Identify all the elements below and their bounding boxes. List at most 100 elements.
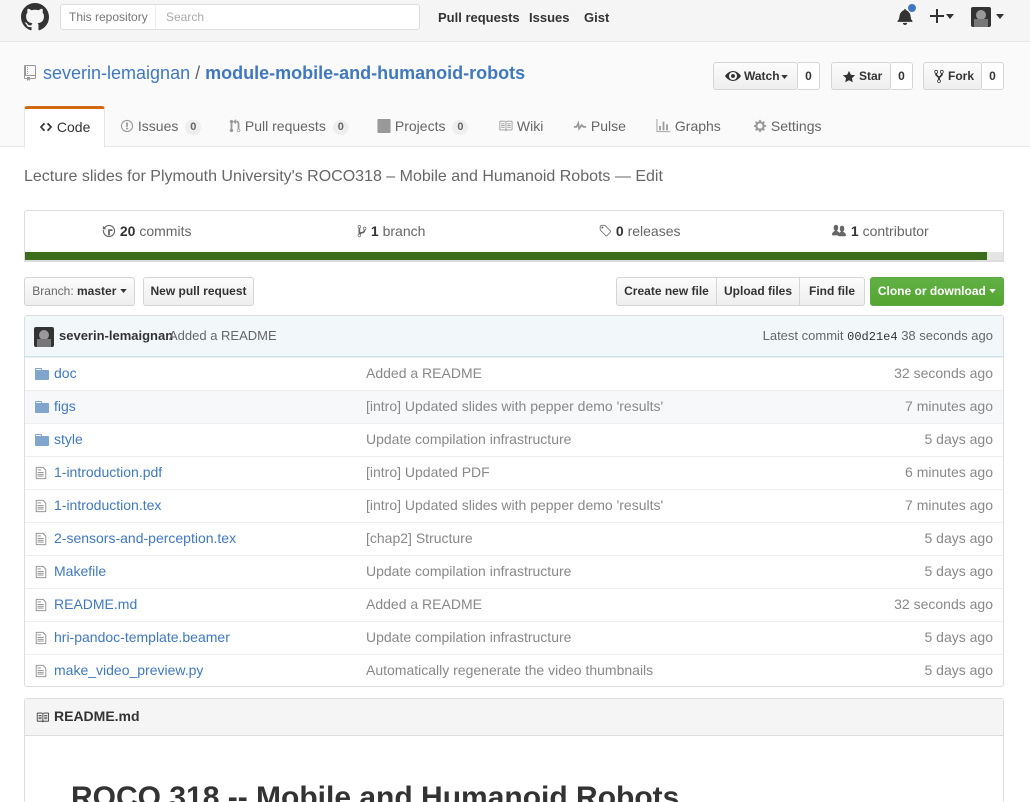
file-commit-message[interactable]: Added a README	[366, 596, 482, 612]
tab-label: Wiki	[516, 118, 544, 134]
book-icon	[36, 712, 49, 723]
file-name-link[interactable]: doc	[54, 365, 77, 381]
file-commit-message[interactable]: [intro] Updated PDF	[366, 464, 490, 480]
table-row[interactable]: 2-sensors-and-perception.tex [chap2] Stru…	[25, 522, 1003, 555]
tab-graphs[interactable]: Graphs	[656, 106, 721, 147]
star-icon	[842, 70, 856, 83]
file-commit-message[interactable]: Update compilation infrastructure	[366, 431, 571, 447]
star-label: Star	[859, 69, 883, 83]
table-row[interactable]: Makefile Update compilation infrastructur…	[25, 555, 1003, 588]
nav-issues[interactable]: Issues	[529, 10, 569, 25]
file-name-link[interactable]: 2-sensors-and-perception.tex	[54, 530, 236, 546]
table-row[interactable]: style Update compilation infrastructure 5 …	[25, 423, 1003, 456]
file-name-link[interactable]: 1-introduction.pdf	[54, 464, 162, 480]
file-name-link[interactable]: make_video_preview.py	[54, 662, 203, 678]
watch-button[interactable]: Watch	[713, 62, 798, 90]
plus-icon[interactable]	[930, 9, 944, 23]
tab-label: Issues	[137, 118, 179, 134]
search-input[interactable]	[158, 7, 413, 27]
author-avatar[interactable]	[34, 327, 54, 347]
file-name-link[interactable]: 1-introduction.tex	[54, 497, 161, 513]
tab-code[interactable]: Code	[24, 106, 105, 148]
repo-name-link[interactable]: module-mobile-and-humanoid-robots	[205, 63, 525, 83]
tab-pull-requests[interactable]: Pull requests 0	[229, 106, 349, 147]
table-row[interactable]: figs [intro] Updated slides with pepper d…	[25, 390, 1003, 423]
fork-icon	[934, 69, 944, 84]
file-age: 7 minutes ago	[905, 398, 993, 414]
releases-link[interactable]: 0 releases	[598, 223, 681, 239]
repo-head: severin-lemaignan / module-mobile-and-hu…	[0, 42, 1030, 148]
latest-commit-label: Latest commit	[762, 328, 844, 343]
tab-issues[interactable]: Issues 0	[120, 106, 202, 147]
clone-or-download-button[interactable]: Clone or download	[870, 277, 1004, 306]
table-row[interactable]: 1-introduction.pdf [intro] Updated PDF 6 m…	[25, 456, 1003, 489]
file-commit-message[interactable]: Added a README	[366, 365, 482, 381]
graph-icon	[656, 119, 671, 133]
commits-link[interactable]: 20 commits	[102, 223, 191, 239]
folder-icon	[35, 433, 49, 449]
repo-owner-link[interactable]: severin-lemaignan	[43, 63, 190, 83]
file-age: 7 minutes ago	[905, 497, 993, 513]
chevron-down-icon[interactable]	[946, 14, 954, 19]
tab-pulse[interactable]: Pulse	[573, 106, 626, 147]
commit-author-link[interactable]: severin-lemaignan	[59, 328, 173, 343]
branch-select-button[interactable]: Branch: master	[24, 277, 135, 306]
file-commit-message[interactable]: Update compilation infrastructure	[366, 629, 571, 645]
chevron-down-icon[interactable]	[996, 14, 1004, 19]
language-bar[interactable]	[24, 252, 1004, 261]
contributors-link[interactable]: 1 contributor	[831, 223, 929, 239]
new-pull-request-button[interactable]: New pull request	[143, 277, 254, 306]
nav-pull-requests[interactable]: Pull requests	[438, 10, 520, 25]
star-count[interactable]: 0	[891, 62, 913, 90]
table-row[interactable]: doc Added a README 32 seconds ago	[25, 357, 1003, 390]
file-icon	[35, 664, 47, 681]
branch-name: master	[77, 284, 117, 298]
github-logo-icon[interactable]	[21, 3, 49, 31]
file-age: 5 days ago	[924, 629, 994, 645]
branches-link[interactable]: 1 branch	[357, 223, 425, 239]
fork-count[interactable]: 0	[982, 62, 1004, 90]
file-icon	[35, 532, 47, 549]
readme-filename: README.md	[54, 708, 140, 724]
tab-count: 0	[185, 120, 202, 135]
file-name-link[interactable]: README.md	[54, 596, 137, 612]
tab-projects[interactable]: Projects 0	[377, 106, 469, 147]
tab-settings[interactable]: Settings	[753, 106, 821, 147]
folder-icon	[35, 367, 49, 383]
commit-message-link[interactable]: Added a README	[169, 328, 277, 343]
table-row[interactable]: make_video_preview.py Automatically regen…	[25, 654, 1003, 686]
file-name-link[interactable]: figs	[54, 398, 76, 414]
watch-count[interactable]: 0	[798, 62, 820, 90]
create-new-file-button[interactable]: Create new file	[616, 277, 717, 306]
tab-label: Graphs	[674, 118, 721, 134]
table-row[interactable]: 1-introduction.tex [intro] Updated slides…	[25, 489, 1003, 522]
file-age: 6 minutes ago	[905, 464, 993, 480]
file-commit-message[interactable]: Automatically regenerate the video thumb…	[366, 662, 653, 678]
file-name-link[interactable]: Makefile	[54, 563, 106, 579]
language-bar-fill	[25, 252, 988, 260]
find-file-button[interactable]: Find file	[799, 277, 865, 306]
contributors-count: 1	[850, 223, 859, 239]
table-row[interactable]: hri-pandoc-template.beamer Update compila…	[25, 621, 1003, 654]
contributors-label: contributor	[862, 223, 929, 239]
file-commit-message[interactable]: [intro] Updated slides with pepper demo …	[366, 497, 663, 513]
file-name-link[interactable]: hri-pandoc-template.beamer	[54, 629, 230, 645]
file-name-link[interactable]: style	[54, 431, 83, 447]
watch-label: Watch	[744, 69, 780, 83]
star-button[interactable]: Star	[831, 62, 891, 90]
file-commit-message[interactable]: [intro] Updated slides with pepper demo …	[366, 398, 663, 414]
repo-separator: /	[195, 63, 201, 83]
readme-header: README.md	[25, 699, 1003, 736]
upload-files-button[interactable]: Upload files	[716, 277, 800, 306]
tab-wiki[interactable]: Wiki	[498, 106, 543, 147]
avatar[interactable]	[971, 7, 991, 27]
description-dash: —	[614, 168, 631, 185]
commit-sha-link[interactable]: 00d21e4	[847, 330, 897, 344]
file-commit-message[interactable]: Update compilation infrastructure	[366, 563, 571, 579]
nav-gist[interactable]: Gist	[584, 10, 609, 25]
fork-button[interactable]: Fork	[923, 62, 982, 90]
edit-description-link[interactable]: Edit	[635, 168, 663, 185]
file-icon	[35, 466, 47, 483]
file-commit-message[interactable]: [chap2] Structure	[366, 530, 473, 546]
table-row[interactable]: README.md Added a README 32 seconds ago	[25, 588, 1003, 621]
